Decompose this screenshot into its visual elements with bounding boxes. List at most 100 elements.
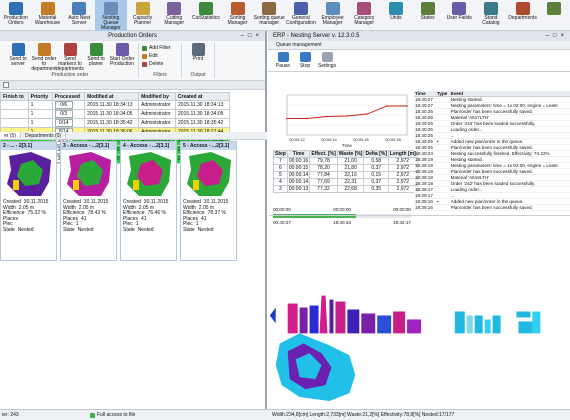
toolbar-button[interactable]: Capacity Planner	[127, 0, 159, 31]
toolbar-button[interactable]: Nesting Queue Manager	[95, 0, 127, 31]
info-value: 76.46 %	[147, 210, 166, 217]
marker-card[interactable]: 3 - Access - ...2[3,1] Created 30.11.2015 W…	[60, 141, 117, 261]
marker-card-title: 5 - Access - ...2[3,1]	[181, 142, 236, 150]
print-button[interactable]: Print	[185, 43, 211, 62]
queue-icon	[321, 52, 333, 62]
step-row[interactable]: 6 00:00:15 78,20 21,80 0,37 2,972	[273, 164, 418, 172]
data-point	[326, 115, 328, 118]
table-cell: Administrator	[138, 109, 176, 119]
log-cell	[435, 204, 450, 211]
toolbar-button[interactable]: States	[412, 0, 444, 31]
toolbar-icon	[135, 2, 150, 15]
table-cell	[0, 118, 29, 128]
column-header[interactable]: Finish to	[0, 92, 29, 101]
production-orders-titlebar: Production Orders –□×	[0, 31, 265, 41]
table-cell: 1	[27, 118, 53, 128]
window-controls[interactable]: –□×	[546, 31, 568, 41]
toolbar-button[interactable]: User Fields	[443, 0, 475, 31]
ribbon-button[interactable]: Send to planer	[83, 43, 109, 72]
ribbon-button[interactable]: Send order to department	[31, 43, 57, 72]
step-cell: 00:00:13	[286, 185, 311, 193]
x-tick-label: 00:00:16	[353, 137, 369, 142]
info-value: 78.43 %	[87, 210, 106, 217]
marker-card[interactable]: 5 - Access - ...2[3,1] Created 30.11.2015 W…	[180, 141, 237, 261]
column-header[interactable]: Time	[286, 150, 311, 158]
queue-button[interactable]: Pause	[274, 52, 292, 69]
column-header[interactable]: Created at	[174, 92, 231, 101]
log-cell: 18:40:26	[414, 114, 436, 121]
table-row[interactable]: 1 0/14 2015.11.30 18:35:42 Administrator 201…	[0, 118, 231, 128]
markers-strip: 2 - ... - 2[3,1] Created 30.11.2015 Width 2.…	[0, 141, 237, 261]
event-log: Time Type Event 18:40:27 Nesting started. 18…	[414, 91, 570, 214]
filter-bar[interactable]	[0, 81, 265, 90]
toolbar-icon	[420, 2, 435, 15]
step-row[interactable]: 5 00:00:14 77,84 22,16 0,15 2,972	[273, 171, 418, 179]
toolbar-label: General Configuration	[286, 15, 316, 26]
step-row[interactable]: 7 00:00:16 79,78 21,00 0,58 2,972	[273, 157, 418, 165]
ribbon-button[interactable]: Send markers to departments	[56, 43, 84, 72]
toolbar-button[interactable]: Sorting queue manager	[253, 0, 285, 31]
expand-icon[interactable]	[3, 82, 9, 88]
ribbon-button[interactable]: Start Order Production	[109, 43, 135, 72]
toolbar-button[interactable]: Category Manager	[348, 0, 380, 31]
timing-row: 00:00:00 00:00:00 00:00:00	[273, 207, 411, 212]
column-header[interactable]: Step	[273, 150, 288, 158]
log-row[interactable]: 18:39:16 Plan/order has been successfully…	[414, 204, 570, 211]
filter-item[interactable]: Delete	[142, 61, 178, 67]
tab-item[interactable]: er (5)	[0, 132, 21, 139]
toolbar-button[interactable]: Departments	[507, 0, 539, 31]
toolbar-button[interactable]: Units	[380, 0, 412, 31]
toolbar-button[interactable]: Employee Manager	[317, 0, 349, 31]
marker-preview	[121, 150, 176, 200]
toolbar-button[interactable]: Cutting Manager	[158, 0, 190, 31]
column-header[interactable]: Processed	[51, 92, 86, 101]
queue-label: Stop	[299, 63, 311, 69]
toolbar-label: Category Manager	[354, 15, 375, 26]
table-row[interactable]: 1 0/6 2015.11.30 18:34:13 Administrator 2015…	[0, 100, 231, 110]
toolbar-button[interactable]: Sorting Manager	[222, 0, 254, 31]
column-header[interactable]: Modified at	[84, 92, 140, 101]
column-header[interactable]: Delta [%]	[363, 150, 389, 158]
log-cell: 18:39:18	[414, 180, 436, 187]
step-row[interactable]: 4 00:00:14 77,69 22,31 0,37 2,972	[273, 178, 418, 186]
window-controls[interactable]: –□×	[241, 31, 263, 41]
toolbar-button[interactable]: Material Warehouse	[32, 0, 64, 31]
table-row[interactable]: 1 0/3 2015.11.30 18:34:05 Administrator 2015…	[0, 109, 231, 119]
ribbon-button[interactable]: Send to server	[5, 43, 31, 72]
toolbar-button[interactable]: General Configuration	[285, 0, 317, 31]
filter-item[interactable]: Add Filter	[142, 45, 178, 51]
marker-info-row: State Nested	[121, 227, 176, 234]
log-cell: 18:39:19	[414, 156, 436, 163]
toolbar-label: Stand Catalog	[482, 15, 500, 26]
marker-card[interactable]: 2 - ... - 2[3,1] Created 30.11.2015 Width 2.…	[0, 141, 57, 261]
step-cell: 77,84	[309, 171, 338, 179]
column-header[interactable]: Length [m]	[387, 150, 418, 158]
toolbar-icon	[357, 2, 372, 15]
group-label: Filters	[153, 72, 167, 78]
tab-item[interactable]: Departments (0)	[21, 132, 67, 139]
column-header[interactable]: Waste [%]	[336, 150, 365, 158]
toolbar-button[interactable]: Production Orders	[0, 0, 32, 31]
info-label: State	[183, 226, 195, 233]
column-header[interactable]: Priority	[27, 92, 53, 101]
toolbar-button[interactable]	[538, 0, 570, 31]
info-value: 41	[81, 215, 87, 222]
table-cell: 2015.11.30 18:35:42	[174, 118, 231, 128]
marker-info-row: State Nested	[1, 227, 56, 234]
bottom-tabs: er (5) Departments (0)	[0, 132, 267, 140]
toolbar-icon	[103, 2, 118, 15]
toolbar-button[interactable]: Auto Nest Server	[63, 0, 95, 31]
step-row[interactable]: 3 00:00:13 77,32 22,68 0,35 2,972	[273, 185, 418, 193]
marker-card[interactable]: 4 - Access - ...2[3,1] Created 30.11.2015 W…	[120, 141, 177, 261]
ribbon-label: Send order to department	[31, 56, 57, 72]
tab-queue-management[interactable]: Queue management	[268, 41, 570, 50]
event-log-table: Time Type Event 18:40:27 Nesting started. 18…	[414, 91, 570, 211]
column-header[interactable]: Modified by	[138, 92, 176, 101]
column-header[interactable]: Effect. [%]	[309, 150, 338, 158]
toolbar-button[interactable]: Stand Catalog	[475, 0, 507, 31]
queue-button[interactable]: Stop	[296, 52, 314, 69]
toolbar-button[interactable]: CutStatistics	[190, 0, 222, 31]
queue-button[interactable]: Settings	[318, 52, 336, 69]
log-cell: Nesting parameters: time = 1x 02:00, eng…	[449, 102, 570, 109]
filter-item[interactable]: Edit	[142, 53, 178, 59]
